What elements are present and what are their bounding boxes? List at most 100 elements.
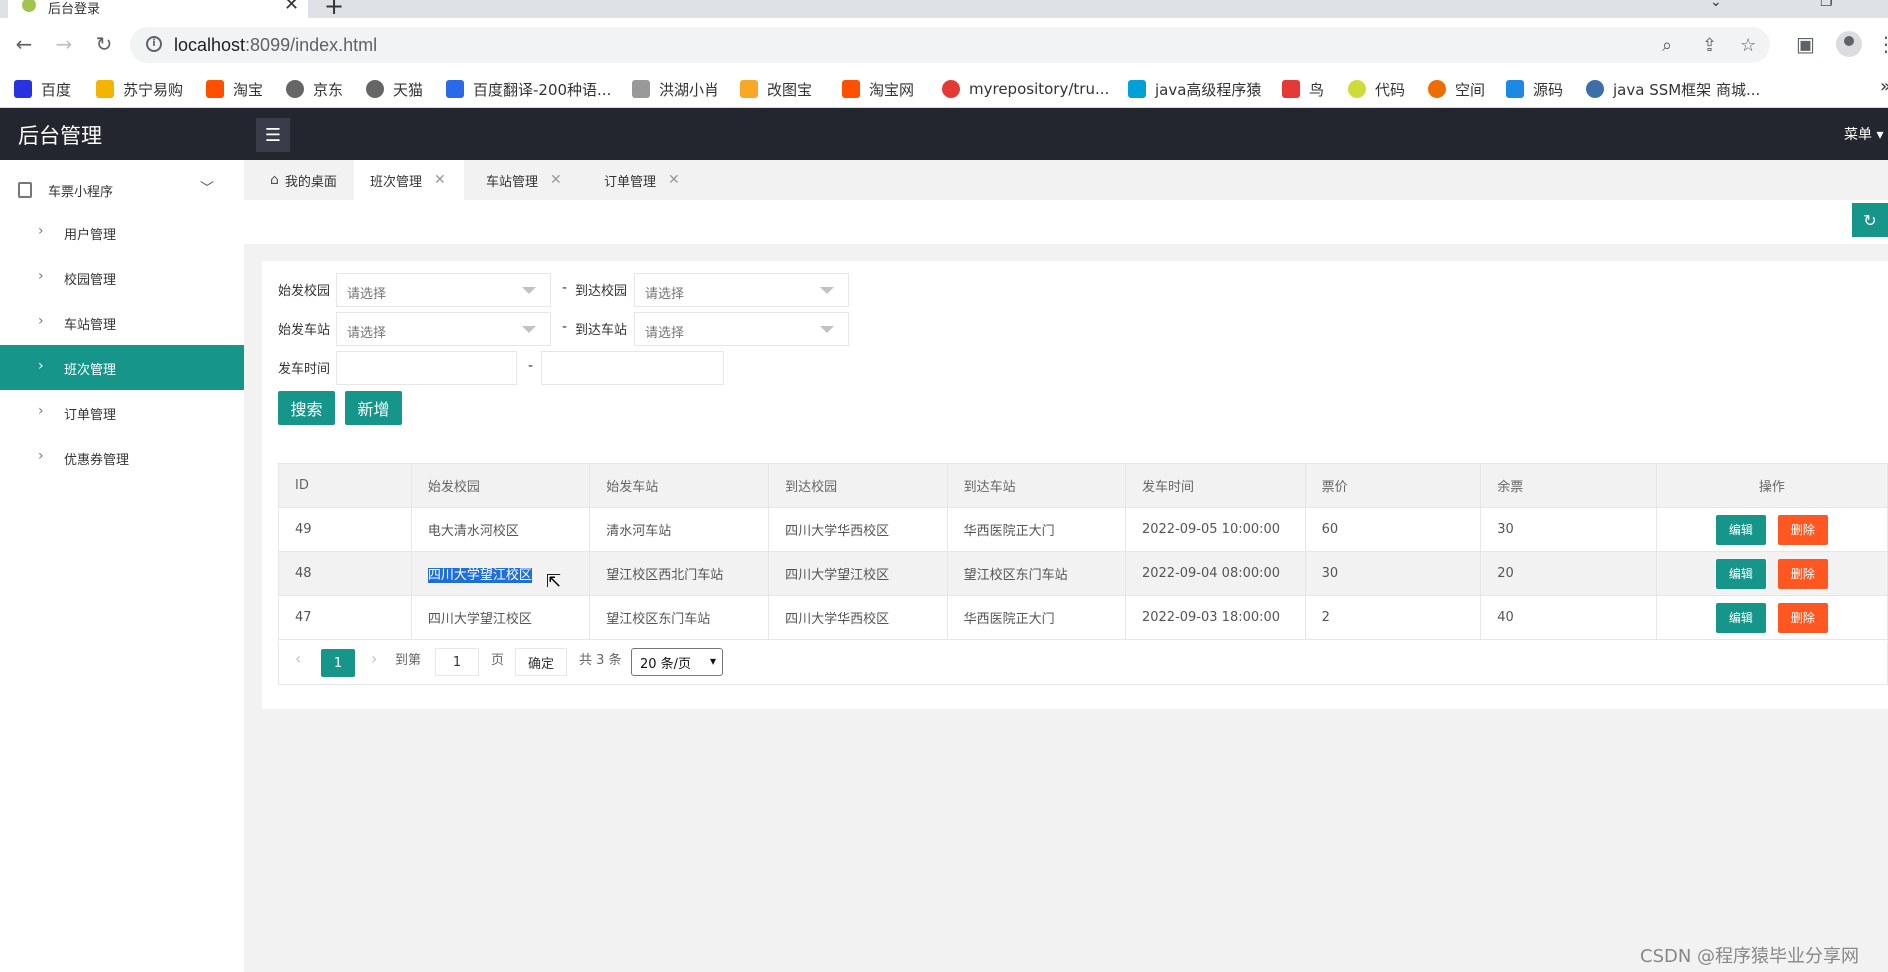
delete-button[interactable]: 删除 bbox=[1777, 558, 1828, 589]
sidebar-item-orders[interactable]: › 订单管理 bbox=[0, 390, 244, 435]
close-icon[interactable]: ✕ bbox=[434, 172, 446, 188]
bookmark-item[interactable]: java SSM框架 商城... bbox=[1586, 78, 1760, 100]
tab-schedules[interactable]: 班次管理 ✕ bbox=[354, 160, 464, 200]
zoom-icon[interactable]: ⌕ bbox=[1662, 35, 1672, 56]
window-restore-icon[interactable]: ❐ bbox=[1820, 0, 1833, 10]
depart-time-start-input[interactable] bbox=[336, 351, 517, 385]
sidebar-item-stations[interactable]: › 车站管理 bbox=[0, 300, 244, 345]
select-placeholder: 请选择 bbox=[347, 287, 387, 302]
bookmark-item[interactable]: 改图宝 bbox=[740, 78, 812, 100]
sidebar-item-users[interactable]: › 用户管理 bbox=[0, 210, 244, 255]
bookmark-item[interactable]: myrepository/tru... bbox=[942, 78, 1109, 100]
edit-button[interactable]: 编辑 bbox=[1715, 558, 1766, 589]
bookmark-star-icon[interactable]: ☆ bbox=[1740, 35, 1756, 56]
bookmark-label: 代码 bbox=[1375, 80, 1406, 99]
bookmark-item[interactable]: 苏宁易购 bbox=[96, 78, 183, 100]
sidebar-item-coupons[interactable]: › 优惠券管理 bbox=[0, 435, 244, 480]
bookmark-item[interactable]: 鸟 bbox=[1282, 78, 1324, 100]
sidebar-item-campus[interactable]: › 校园管理 bbox=[0, 255, 244, 300]
search-button[interactable]: 搜索 bbox=[278, 391, 335, 425]
current-page[interactable]: 1 bbox=[321, 649, 355, 677]
cell-end-campus: 四川大学华西校区 bbox=[768, 507, 948, 552]
bookmark-item[interactable]: 代码 bbox=[1348, 78, 1405, 100]
refresh-icon[interactable]: ↻ bbox=[1852, 203, 1888, 237]
cell-time: 2022-09-04 08:00:00 bbox=[1124, 551, 1306, 596]
bookmark-item[interactable]: 百度 bbox=[14, 78, 71, 100]
menu-toggle-icon[interactable]: ☰ bbox=[256, 118, 290, 152]
tab-close-icon[interactable]: ✕ bbox=[284, 0, 299, 15]
address-bar[interactable]: i localhost:8099/index.html ⌕ ⇪ ☆ bbox=[130, 27, 1770, 63]
share-icon[interactable]: ⇪ bbox=[1702, 35, 1717, 56]
page-tabbar: ⌂ 我的桌面 班次管理 ✕ 车站管理 ✕ 订单管理 ✕ bbox=[244, 160, 1888, 200]
cell-price: 2 bbox=[1304, 595, 1482, 640]
site-info-icon[interactable]: i bbox=[146, 36, 162, 52]
cell-time: 2022-09-03 18:00:00 bbox=[1124, 595, 1306, 640]
bookmark-favicon-icon bbox=[740, 80, 758, 98]
bookmark-item[interactable]: 京东 bbox=[286, 78, 343, 100]
column-header: ID bbox=[278, 463, 412, 508]
delete-button[interactable]: 删除 bbox=[1777, 514, 1828, 545]
bookmark-item[interactable]: 淘宝网 bbox=[842, 78, 914, 100]
start-campus-select[interactable]: 请选择 bbox=[336, 273, 551, 307]
profile-avatar[interactable] bbox=[1836, 31, 1862, 57]
dropdown-arrow-icon bbox=[820, 326, 834, 333]
cell-actions: 编辑 删除 bbox=[1655, 551, 1888, 596]
prev-page-icon[interactable]: ‹ bbox=[295, 649, 301, 668]
bookmark-item[interactable]: 天猫 bbox=[366, 78, 423, 100]
goto-page-input[interactable]: 1 bbox=[435, 648, 479, 676]
tab-search-icon[interactable]: ⌄ bbox=[1710, 0, 1722, 10]
depart-time-label: 发车时间 bbox=[278, 362, 331, 377]
sidebar-group-ticket-app[interactable]: 车票小程序 ﹀ bbox=[0, 172, 244, 208]
goto-confirm-button[interactable]: 确定 bbox=[515, 648, 567, 676]
browser-tab[interactable]: 后台登录 ✕ bbox=[8, 0, 308, 18]
bookmark-label: 淘宝网 bbox=[869, 80, 915, 99]
header-menu-dropdown[interactable]: 菜单 ▾ bbox=[1844, 124, 1883, 144]
cell-start-station: 清水河车站 bbox=[589, 507, 770, 552]
bookmark-favicon-icon bbox=[842, 80, 860, 98]
sidebar-item-schedules[interactable]: › 班次管理 bbox=[0, 345, 244, 390]
bookmark-item[interactable]: 百度翻译-200种语... bbox=[446, 78, 611, 100]
edit-button[interactable]: 编辑 bbox=[1715, 602, 1766, 633]
close-icon[interactable]: ✕ bbox=[668, 172, 680, 188]
back-icon[interactable]: ← bbox=[10, 30, 38, 58]
app-group-icon bbox=[18, 182, 32, 198]
column-header: 始发校园 bbox=[410, 463, 591, 508]
side-panel-icon[interactable]: ▣ bbox=[1796, 32, 1815, 56]
tab-orders[interactable]: 订单管理 ✕ bbox=[588, 160, 698, 200]
forward-icon[interactable]: → bbox=[50, 30, 78, 58]
depart-time-end-input[interactable] bbox=[541, 351, 724, 385]
tab-label: 班次管理 bbox=[370, 174, 423, 190]
bookmarks-overflow-icon[interactable]: » bbox=[1880, 76, 1888, 97]
tab-desktop[interactable]: ⌂ 我的桌面 bbox=[254, 160, 354, 200]
bookmark-item[interactable]: 空间 bbox=[1428, 78, 1485, 100]
dropdown-arrow-icon bbox=[820, 287, 834, 294]
delete-button[interactable]: 删除 bbox=[1777, 602, 1828, 633]
browser-menu-icon[interactable]: ⋮ bbox=[1876, 32, 1888, 56]
add-button[interactable]: 新增 bbox=[345, 391, 402, 425]
page-size-select[interactable]: 20 条/页 ▾ bbox=[631, 648, 723, 676]
bookmark-label: java高级程序猿 bbox=[1155, 80, 1262, 99]
header-menu-label: 菜单 bbox=[1844, 127, 1872, 143]
url-text[interactable]: localhost:8099/index.html bbox=[174, 35, 377, 56]
reload-icon[interactable]: ↻ bbox=[90, 30, 118, 58]
close-icon[interactable]: ✕ bbox=[550, 172, 562, 188]
new-tab-icon[interactable]: + bbox=[324, 0, 344, 20]
end-campus-select[interactable]: 请选择 bbox=[634, 273, 849, 307]
cell-price: 30 bbox=[1304, 551, 1482, 596]
column-header: 到达校园 bbox=[768, 463, 948, 508]
tab-stations[interactable]: 车站管理 ✕ bbox=[470, 160, 580, 200]
cell-actions: 编辑 删除 bbox=[1655, 595, 1888, 640]
cell-id: 48 bbox=[278, 551, 412, 596]
edit-button[interactable]: 编辑 bbox=[1715, 514, 1766, 545]
cell-start-station: 望江校区东门车站 bbox=[589, 595, 770, 640]
bookmark-favicon-icon bbox=[14, 80, 32, 98]
bookmark-label: myrepository/tru... bbox=[969, 80, 1110, 98]
bookmark-item[interactable]: 淘宝 bbox=[206, 78, 263, 100]
bookmark-item[interactable]: 洪湖小肖 bbox=[632, 78, 719, 100]
end-station-select[interactable]: 请选择 bbox=[634, 312, 849, 346]
start-station-select[interactable]: 请选择 bbox=[336, 312, 551, 346]
next-page-icon[interactable]: › bbox=[371, 649, 377, 668]
dropdown-arrow-icon bbox=[522, 326, 536, 333]
bookmark-item[interactable]: java高级程序猿 bbox=[1128, 78, 1261, 100]
bookmark-item[interactable]: 源码 bbox=[1506, 78, 1563, 100]
